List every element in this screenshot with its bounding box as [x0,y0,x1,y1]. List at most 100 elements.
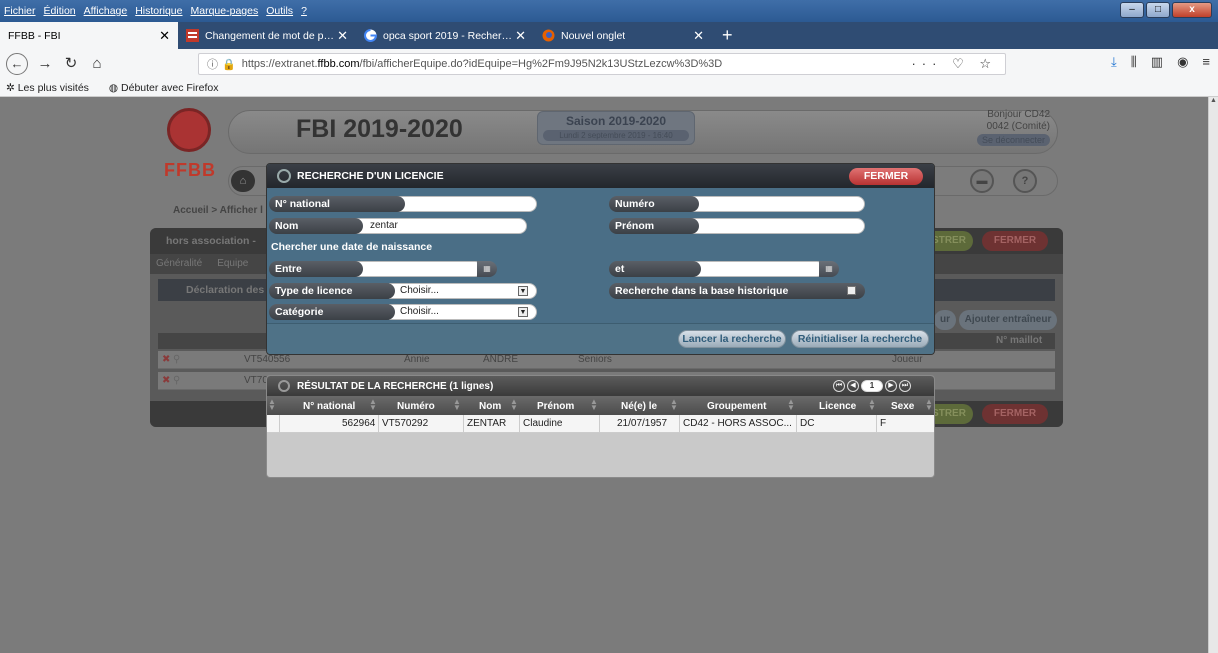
calendar-icon[interactable]: ▦ [819,261,839,277]
breadcrumb: Accueil > Afficher l [173,205,263,216]
tab-close-icon[interactable]: ✕ [337,28,348,44]
menu-fichier[interactable]: Fichier [4,5,36,17]
column-licence[interactable]: Licence [819,401,856,412]
tab-nouvel-onglet[interactable]: Nouvel onglet ✕ [534,22,712,49]
menu-outils[interactable]: Outils [266,5,293,17]
info-icon[interactable]: ⓘ [207,56,218,72]
tab-ffbb-fbi[interactable]: FFBB - FBI ✕ [0,22,178,49]
logout-button[interactable]: Se déconnecter [976,134,1050,146]
page-scrollbar[interactable]: ▲ [1208,97,1218,653]
cell-groupement: CD42 - HORS ASSOC... [683,418,792,429]
sort-icon[interactable]: ▲ ▼ [925,398,933,412]
et-date-input[interactable] [687,261,825,277]
sort-icon[interactable]: ▲ ▼ [787,398,795,412]
entre-date-input[interactable] [349,261,483,277]
cell-nom: ZENTAR [467,418,507,429]
categorie-select[interactable]: Choisir... ▼ [389,304,537,320]
fermer-button[interactable]: FERMER [982,231,1048,251]
menu-historique[interactable]: Historique [135,5,182,17]
results-title: RÉSULTAT DE LA RECHERCHE (1 lignes) [297,381,494,392]
tab-opca-sport-google[interactable]: opca sport 2019 - Recherche Google ✕ [356,22,534,49]
page-actions-icon[interactable]: ··· ♡ ☆ [911,56,997,72]
delete-icon[interactable]: ✖ [162,354,170,365]
tab-changement-mot-de-passe[interactable]: Changement de mot de passe ✕ [178,22,356,49]
sort-icon[interactable]: ▲ ▼ [670,398,678,412]
extension-icon[interactable]: ◉ [1177,54,1188,70]
menu-edition[interactable]: Édition [44,5,76,17]
close-dialog-button[interactable]: FERMER [849,168,923,185]
date-label: Lundi 2 septembre 2019 - 16:40 [543,130,689,141]
mail-icon[interactable]: ▬ [970,169,994,193]
window-close-icon[interactable]: x [1172,2,1212,18]
sort-icon[interactable]: ▲ ▼ [510,398,518,412]
tab-close-icon[interactable]: ✕ [515,28,526,44]
column-ne-le[interactable]: Né(e) le [621,401,657,412]
forward-arrow-icon[interactable]: → [32,51,58,77]
table-row[interactable]: 562964 VT570292 ZENTAR Claudine 21/07/19… [267,415,934,433]
url-bar[interactable]: ⓘ 🔒 https://extranet.ffbb.com/fbi/affich… [198,53,1006,75]
reload-icon[interactable]: ↻ [58,51,84,77]
sidebar-icon[interactable]: ▥ [1151,54,1163,70]
column-numero[interactable]: Numéro [397,401,435,412]
column-maillot: N° maillot [996,335,1043,346]
scroll-up-icon[interactable]: ▲ [1209,97,1218,104]
tab-close-icon[interactable]: ✕ [159,28,170,44]
bookmark-getting-started[interactable]: ◍ Débuter avec Firefox [109,82,229,94]
column-groupement[interactable]: Groupement [707,401,766,412]
tab-close-icon[interactable]: ✕ [693,28,704,44]
results-header: RÉSULTAT DE LA RECHERCHE (1 lignes) ⏮ ◀ … [267,376,934,396]
historique-label: Recherche dans la base historique [609,283,865,299]
current-page[interactable]: 1 [861,380,883,392]
home-icon[interactable]: ⌂ [231,170,255,192]
sort-icon[interactable]: ▲ ▼ [369,398,377,412]
library-icon[interactable]: ⫼ [1131,54,1137,70]
nom-input[interactable]: zentar [349,218,527,234]
home-icon[interactable]: ⌂ [84,51,110,77]
tab-equipe[interactable]: Equipe [211,254,254,273]
season-label: Saison 2019-2020 [565,114,667,128]
ajouter-entraineur-button[interactable]: Ajouter entraîneur [959,310,1057,330]
last-page-icon[interactable]: ⏭ [899,380,911,392]
first-page-icon[interactable]: ⏮ [833,380,845,392]
sort-icon[interactable]: ▲ ▼ [453,398,461,412]
lancer-recherche-button[interactable]: Lancer la recherche [678,330,786,348]
column-n-national[interactable]: N° national [303,401,355,412]
bookmark-most-visited[interactable]: ✲ Les plus visités [6,82,99,94]
back-arrow-icon[interactable]: ← [6,53,28,75]
browser-tabbar: FFBB - FBI ✕ Changement de mot de passe … [0,22,1218,49]
minimize-icon[interactable]: – [1120,2,1144,18]
new-tab-icon[interactable]: + [712,22,743,49]
next-page-icon[interactable]: ▶ [885,380,897,392]
sort-icon[interactable]: ▲ ▼ [868,398,876,412]
search-icon[interactable]: ⚲ [173,354,180,365]
column-nom[interactable]: Nom [479,401,501,412]
fermer-button-bottom[interactable]: FERMER [982,404,1048,424]
previous-page-icon[interactable]: ◀ [847,380,859,392]
hamburger-menu-icon[interactable]: ≡ [1202,54,1210,70]
team-panel-title: hors association - [166,235,256,247]
column-prenom[interactable]: Prénom [537,401,574,412]
chevron-down-icon[interactable]: ▼ [518,286,528,296]
maximize-icon[interactable]: □ [1146,2,1170,18]
reinitialiser-recherche-button[interactable]: Réinitialiser la recherche [791,330,929,348]
search-icon[interactable]: ⚲ [173,375,180,386]
menu-affichage[interactable]: Affichage [84,5,128,17]
ajouter-joueur-button[interactable]: ur [934,310,956,330]
column-sexe[interactable]: Sexe [891,401,914,412]
menu-marque-pages[interactable]: Marque-pages [191,5,259,17]
browser-toolbar: ⤓ ⫼ ▥ ◉ ≡ [1111,54,1210,70]
numero-input[interactable] [685,196,865,212]
download-icon[interactable]: ⤓ [1111,54,1117,70]
historique-checkbox[interactable] [847,286,856,295]
calendar-icon[interactable]: ▦ [477,261,497,277]
type-licence-select[interactable]: Choisir... ▼ [389,283,537,299]
delete-icon[interactable]: ✖ [162,375,170,386]
prenom-input[interactable] [685,218,865,234]
sort-icon[interactable]: ▲ ▼ [590,398,598,412]
chevron-down-icon[interactable]: ▼ [518,307,528,317]
tab-generalite[interactable]: Généralité [150,254,208,273]
menu-aide[interactable]: ? [301,5,307,17]
n-national-input[interactable] [391,196,537,212]
help-button[interactable]: ? [1013,169,1037,193]
sort-icon[interactable]: ▲ ▼ [268,398,276,412]
